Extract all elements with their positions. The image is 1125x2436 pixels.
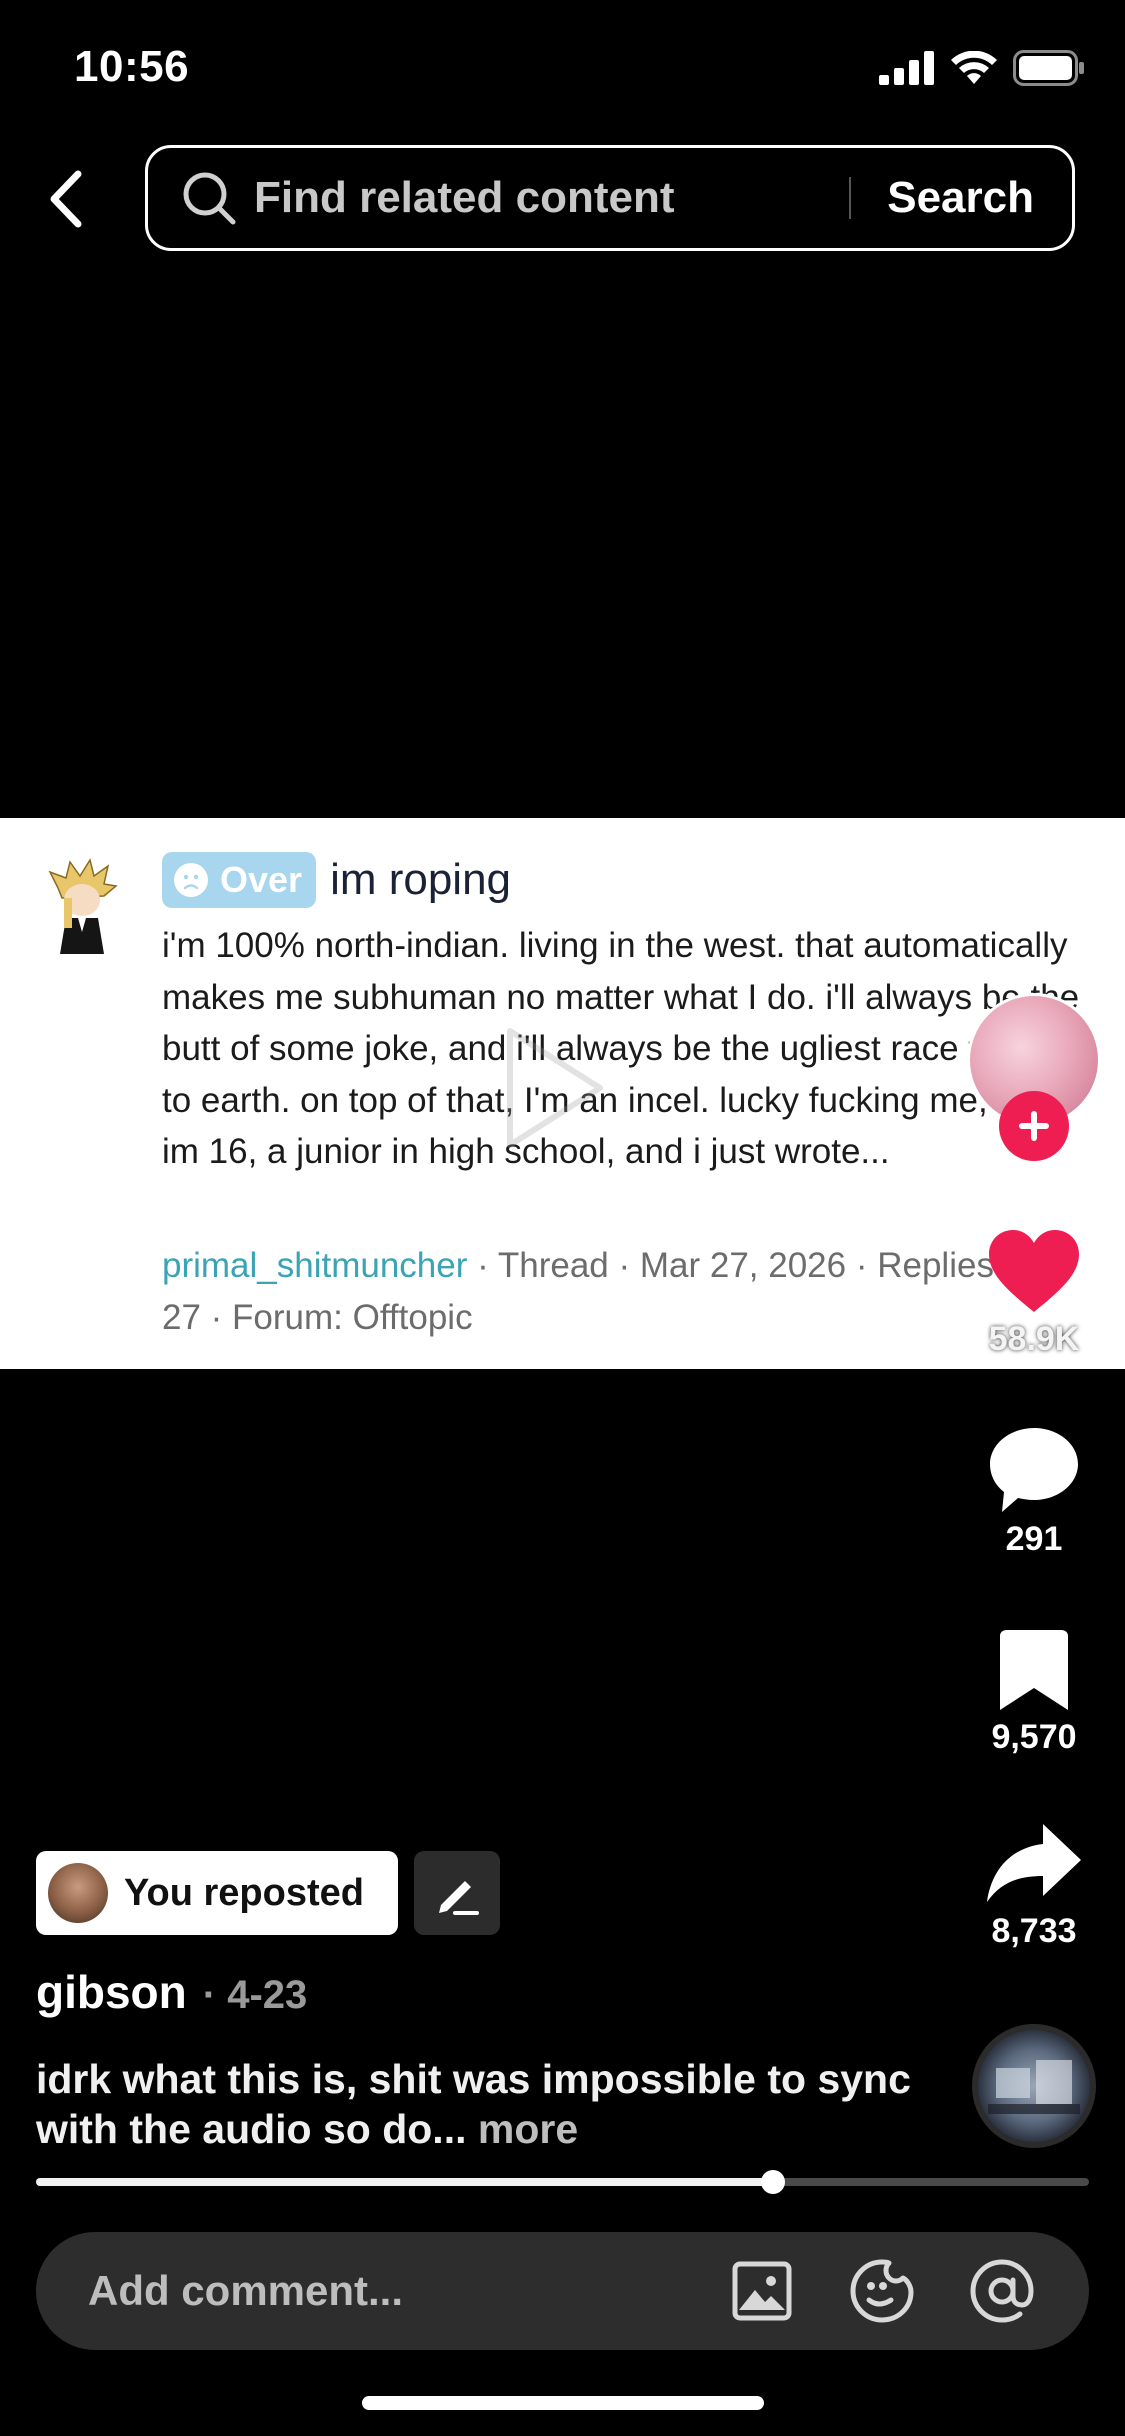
image-icon[interactable] bbox=[729, 2258, 795, 2324]
comment-button[interactable]: 291 bbox=[964, 1426, 1104, 1559]
post-username: primal_shitmuncher bbox=[162, 1246, 468, 1285]
battery-icon bbox=[1013, 50, 1084, 86]
search-icon bbox=[180, 168, 240, 228]
mention-icon[interactable] bbox=[969, 2258, 1035, 2324]
heart-icon bbox=[989, 1230, 1079, 1312]
like-count: 58.9K bbox=[988, 1320, 1080, 1358]
comment-count: 291 bbox=[1005, 1520, 1063, 1558]
comment-bar[interactable]: Add comment... bbox=[36, 2232, 1089, 2350]
repost-pill[interactable]: You reposted bbox=[36, 1851, 398, 1935]
video-frame[interactable]: Over im roping i'm 100% north-indian. li… bbox=[0, 818, 1125, 1369]
wifi-icon bbox=[951, 51, 997, 84]
back-button[interactable] bbox=[40, 166, 92, 232]
music-disc[interactable] bbox=[972, 2024, 1096, 2148]
comment-input[interactable]: Add comment... bbox=[88, 2267, 729, 2315]
status-icons bbox=[879, 50, 1085, 86]
follow-button[interactable] bbox=[999, 1091, 1069, 1161]
search-input[interactable]: Find related content bbox=[254, 173, 849, 223]
edit-button[interactable] bbox=[414, 1851, 500, 1935]
plus-icon bbox=[1019, 1111, 1049, 1141]
comment-bubble-icon bbox=[990, 1428, 1078, 1512]
post-avatar bbox=[48, 858, 118, 954]
post-title: im roping bbox=[330, 855, 512, 904]
share-arrow-icon bbox=[987, 1824, 1081, 1902]
avatar bbox=[48, 1863, 108, 1923]
pencil-icon bbox=[439, 1881, 479, 1915]
progress-fill bbox=[36, 2178, 774, 2186]
author-row: gibson · 4-23 bbox=[36, 1965, 307, 2019]
author-name[interactable]: gibson bbox=[36, 1965, 187, 2019]
bookmark-button[interactable]: 9,570 bbox=[964, 1628, 1104, 1757]
caption[interactable]: idrk what this is, shit was impossible t… bbox=[36, 2054, 916, 2154]
sticker-icon[interactable] bbox=[849, 2258, 915, 2324]
post-title-row: Over im roping bbox=[162, 852, 511, 908]
bookmark-count: 9,570 bbox=[991, 1718, 1077, 1756]
home-indicator[interactable] bbox=[362, 2396, 764, 2410]
post-body: i'm 100% north-indian. living in the wes… bbox=[162, 926, 1080, 1171]
progress-knob[interactable] bbox=[761, 2170, 786, 2194]
play-icon bbox=[507, 1028, 603, 1148]
status-badge: Over bbox=[162, 852, 317, 908]
share-count: 8,733 bbox=[991, 1912, 1077, 1950]
signal-icon bbox=[879, 51, 934, 85]
status-time: 10:56 bbox=[74, 42, 190, 91]
like-button[interactable]: 58.9K bbox=[964, 1228, 1104, 1359]
caption-more-link[interactable]: more bbox=[466, 2106, 578, 2152]
chevron-left-icon bbox=[50, 170, 82, 228]
share-button[interactable]: 8,733 bbox=[964, 1822, 1104, 1951]
search-bar[interactable]: Find related content Search bbox=[145, 145, 1075, 251]
progress-bar[interactable] bbox=[36, 2170, 1089, 2194]
search-button[interactable]: Search bbox=[851, 173, 1072, 223]
bookmark-icon bbox=[1000, 1630, 1068, 1710]
sad-face-icon bbox=[174, 863, 208, 897]
repost-label: You reposted bbox=[124, 1871, 364, 1914]
post-meta: primal_shitmuncher · Thread · Mar 27, 20… bbox=[162, 1240, 1042, 1343]
badge-label: Over bbox=[220, 859, 303, 900]
post-date: · 4-23 bbox=[202, 1973, 308, 2017]
